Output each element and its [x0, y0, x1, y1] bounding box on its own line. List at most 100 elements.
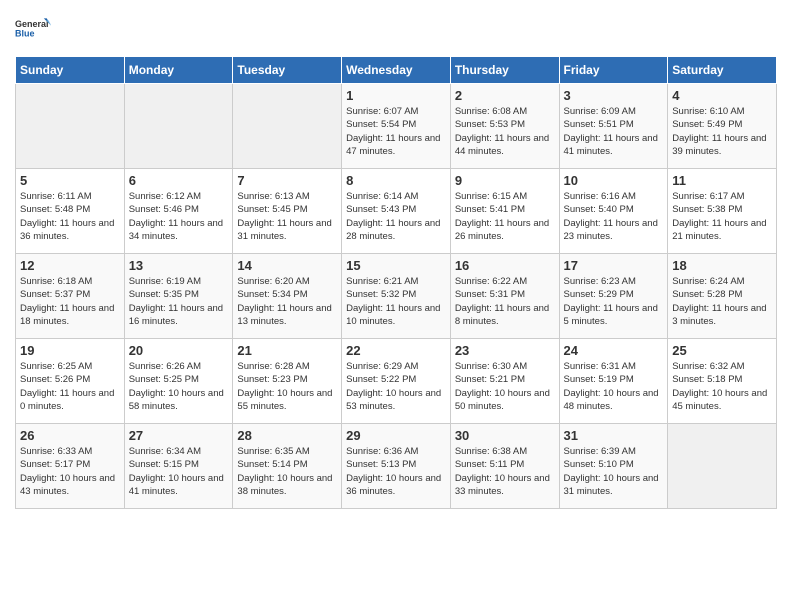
calendar-cell: 14 Sunrise: 6:20 AMSunset: 5:34 PMDayligh…	[233, 254, 342, 339]
day-number: 13	[129, 258, 229, 273]
weekday-header-monday: Monday	[124, 57, 233, 84]
calendar-cell: 4 Sunrise: 6:10 AMSunset: 5:49 PMDaylight…	[668, 84, 777, 169]
calendar-cell: 8Sunrise: 6:14 AMSunset: 5:43 PMDaylight…	[342, 169, 451, 254]
calendar-week-row: 19Sunrise: 6:25 AMSunset: 5:26 PMDayligh…	[16, 339, 777, 424]
calendar-week-row: 1 Sunrise: 6:07 AMSunset: 5:54 PMDaylight…	[16, 84, 777, 169]
day-info: Sunrise: 6:32 AMSunset: 5:18 PMDaylight:…	[672, 360, 772, 413]
day-number: 8	[346, 173, 446, 188]
weekday-header-wednesday: Wednesday	[342, 57, 451, 84]
calendar-cell: 7 Sunrise: 6:13 AMSunset: 5:45 PMDaylight…	[233, 169, 342, 254]
calendar-table: SundayMondayTuesdayWednesdayThursdayFrid…	[15, 56, 777, 509]
calendar-cell: 28Sunrise: 6:35 AMSunset: 5:14 PMDayligh…	[233, 424, 342, 509]
calendar-cell: 29 Sunrise: 6:36 AMSunset: 5:13 PMDayligh…	[342, 424, 451, 509]
calendar-week-row: 12 Sunrise: 6:18 AMSunset: 5:37 PMDayligh…	[16, 254, 777, 339]
day-info: Sunrise: 6:11 AMSunset: 5:48 PMDaylight:…	[20, 190, 120, 243]
day-number: 22	[346, 343, 446, 358]
day-number: 16	[455, 258, 555, 273]
weekday-header-row: SundayMondayTuesdayWednesdayThursdayFrid…	[16, 57, 777, 84]
day-number: 29	[346, 428, 446, 443]
calendar-cell: 27 Sunrise: 6:34 AMSunset: 5:15 PMDayligh…	[124, 424, 233, 509]
day-info: Sunrise: 6:07 AMSunset: 5:54 PMDaylight:…	[346, 105, 446, 158]
day-info: Sunrise: 6:10 AMSunset: 5:49 PMDaylight:…	[672, 105, 772, 158]
calendar-cell: 23 Sunrise: 6:30 AMSunset: 5:21 PMDayligh…	[450, 339, 559, 424]
calendar-cell: 16 Sunrise: 6:22 AMSunset: 5:31 PMDayligh…	[450, 254, 559, 339]
day-info: Sunrise: 6:20 AMSunset: 5:34 PMDaylight:…	[237, 275, 337, 328]
calendar-cell: 22Sunrise: 6:29 AMSunset: 5:22 PMDayligh…	[342, 339, 451, 424]
day-info: Sunrise: 6:33 AMSunset: 5:17 PMDaylight:…	[20, 445, 120, 498]
day-number: 7	[237, 173, 337, 188]
day-info: Sunrise: 6:25 AMSunset: 5:26 PMDaylight:…	[20, 360, 120, 413]
day-info: Sunrise: 6:28 AMSunset: 5:23 PMDaylight:…	[237, 360, 337, 413]
calendar-cell: 30 Sunrise: 6:38 AMSunset: 5:11 PMDayligh…	[450, 424, 559, 509]
day-number: 9	[455, 173, 555, 188]
calendar-cell: 2 Sunrise: 6:08 AMSunset: 5:53 PMDaylight…	[450, 84, 559, 169]
header: General Blue	[15, 10, 777, 46]
day-info: Sunrise: 6:18 AMSunset: 5:37 PMDaylight:…	[20, 275, 120, 328]
day-info: Sunrise: 6:26 AMSunset: 5:25 PMDaylight:…	[129, 360, 229, 413]
day-number: 3	[564, 88, 664, 103]
weekday-header-sunday: Sunday	[16, 57, 125, 84]
day-number: 14	[237, 258, 337, 273]
day-number: 17	[564, 258, 664, 273]
day-number: 27	[129, 428, 229, 443]
day-number: 1	[346, 88, 446, 103]
day-number: 18	[672, 258, 772, 273]
day-info: Sunrise: 6:19 AMSunset: 5:35 PMDaylight:…	[129, 275, 229, 328]
day-info: Sunrise: 6:35 AMSunset: 5:14 PMDaylight:…	[237, 445, 337, 498]
day-number: 31	[564, 428, 664, 443]
calendar-cell: 25 Sunrise: 6:32 AMSunset: 5:18 PMDayligh…	[668, 339, 777, 424]
day-number: 26	[20, 428, 120, 443]
calendar-cell	[16, 84, 125, 169]
calendar-cell: 19Sunrise: 6:25 AMSunset: 5:26 PMDayligh…	[16, 339, 125, 424]
day-info: Sunrise: 6:15 AMSunset: 5:41 PMDaylight:…	[455, 190, 555, 243]
day-info: Sunrise: 6:22 AMSunset: 5:31 PMDaylight:…	[455, 275, 555, 328]
calendar-cell: 21Sunrise: 6:28 AMSunset: 5:23 PMDayligh…	[233, 339, 342, 424]
weekday-header-saturday: Saturday	[668, 57, 777, 84]
calendar-week-row: 5 Sunrise: 6:11 AMSunset: 5:48 PMDaylight…	[16, 169, 777, 254]
svg-text:General: General	[15, 19, 49, 29]
day-number: 6	[129, 173, 229, 188]
day-number: 25	[672, 343, 772, 358]
calendar-cell: 26 Sunrise: 6:33 AMSunset: 5:17 PMDayligh…	[16, 424, 125, 509]
calendar-cell: 31 Sunrise: 6:39 AMSunset: 5:10 PMDayligh…	[559, 424, 668, 509]
calendar-cell: 17 Sunrise: 6:23 AMSunset: 5:29 PMDayligh…	[559, 254, 668, 339]
calendar-cell: 1 Sunrise: 6:07 AMSunset: 5:54 PMDaylight…	[342, 84, 451, 169]
calendar-cell: 9 Sunrise: 6:15 AMSunset: 5:41 PMDaylight…	[450, 169, 559, 254]
day-number: 4	[672, 88, 772, 103]
day-info: Sunrise: 6:17 AMSunset: 5:38 PMDaylight:…	[672, 190, 772, 243]
logo-svg: General Blue	[15, 10, 51, 46]
day-info: Sunrise: 6:23 AMSunset: 5:29 PMDaylight:…	[564, 275, 664, 328]
calendar-cell	[124, 84, 233, 169]
day-number: 15	[346, 258, 446, 273]
calendar-cell: 3 Sunrise: 6:09 AMSunset: 5:51 PMDaylight…	[559, 84, 668, 169]
day-info: Sunrise: 6:31 AMSunset: 5:19 PMDaylight:…	[564, 360, 664, 413]
day-info: Sunrise: 6:24 AMSunset: 5:28 PMDaylight:…	[672, 275, 772, 328]
day-info: Sunrise: 6:12 AMSunset: 5:46 PMDaylight:…	[129, 190, 229, 243]
day-info: Sunrise: 6:13 AMSunset: 5:45 PMDaylight:…	[237, 190, 337, 243]
day-info: Sunrise: 6:34 AMSunset: 5:15 PMDaylight:…	[129, 445, 229, 498]
day-info: Sunrise: 6:36 AMSunset: 5:13 PMDaylight:…	[346, 445, 446, 498]
day-info: Sunrise: 6:08 AMSunset: 5:53 PMDaylight:…	[455, 105, 555, 158]
day-info: Sunrise: 6:16 AMSunset: 5:40 PMDaylight:…	[564, 190, 664, 243]
calendar-cell: 10Sunrise: 6:16 AMSunset: 5:40 PMDayligh…	[559, 169, 668, 254]
weekday-header-tuesday: Tuesday	[233, 57, 342, 84]
calendar-cell	[668, 424, 777, 509]
calendar-cell: 12 Sunrise: 6:18 AMSunset: 5:37 PMDayligh…	[16, 254, 125, 339]
calendar-cell: 24 Sunrise: 6:31 AMSunset: 5:19 PMDayligh…	[559, 339, 668, 424]
calendar-cell: 5 Sunrise: 6:11 AMSunset: 5:48 PMDaylight…	[16, 169, 125, 254]
calendar-cell	[233, 84, 342, 169]
day-info: Sunrise: 6:09 AMSunset: 5:51 PMDaylight:…	[564, 105, 664, 158]
day-info: Sunrise: 6:30 AMSunset: 5:21 PMDaylight:…	[455, 360, 555, 413]
day-info: Sunrise: 6:38 AMSunset: 5:11 PMDaylight:…	[455, 445, 555, 498]
day-number: 24	[564, 343, 664, 358]
calendar-cell: 13 Sunrise: 6:19 AMSunset: 5:35 PMDayligh…	[124, 254, 233, 339]
day-number: 5	[20, 173, 120, 188]
day-number: 11	[672, 173, 772, 188]
day-number: 2	[455, 88, 555, 103]
day-number: 30	[455, 428, 555, 443]
logo: General Blue	[15, 10, 51, 46]
day-info: Sunrise: 6:39 AMSunset: 5:10 PMDaylight:…	[564, 445, 664, 498]
day-number: 12	[20, 258, 120, 273]
calendar-cell: 18 Sunrise: 6:24 AMSunset: 5:28 PMDayligh…	[668, 254, 777, 339]
day-number: 23	[455, 343, 555, 358]
